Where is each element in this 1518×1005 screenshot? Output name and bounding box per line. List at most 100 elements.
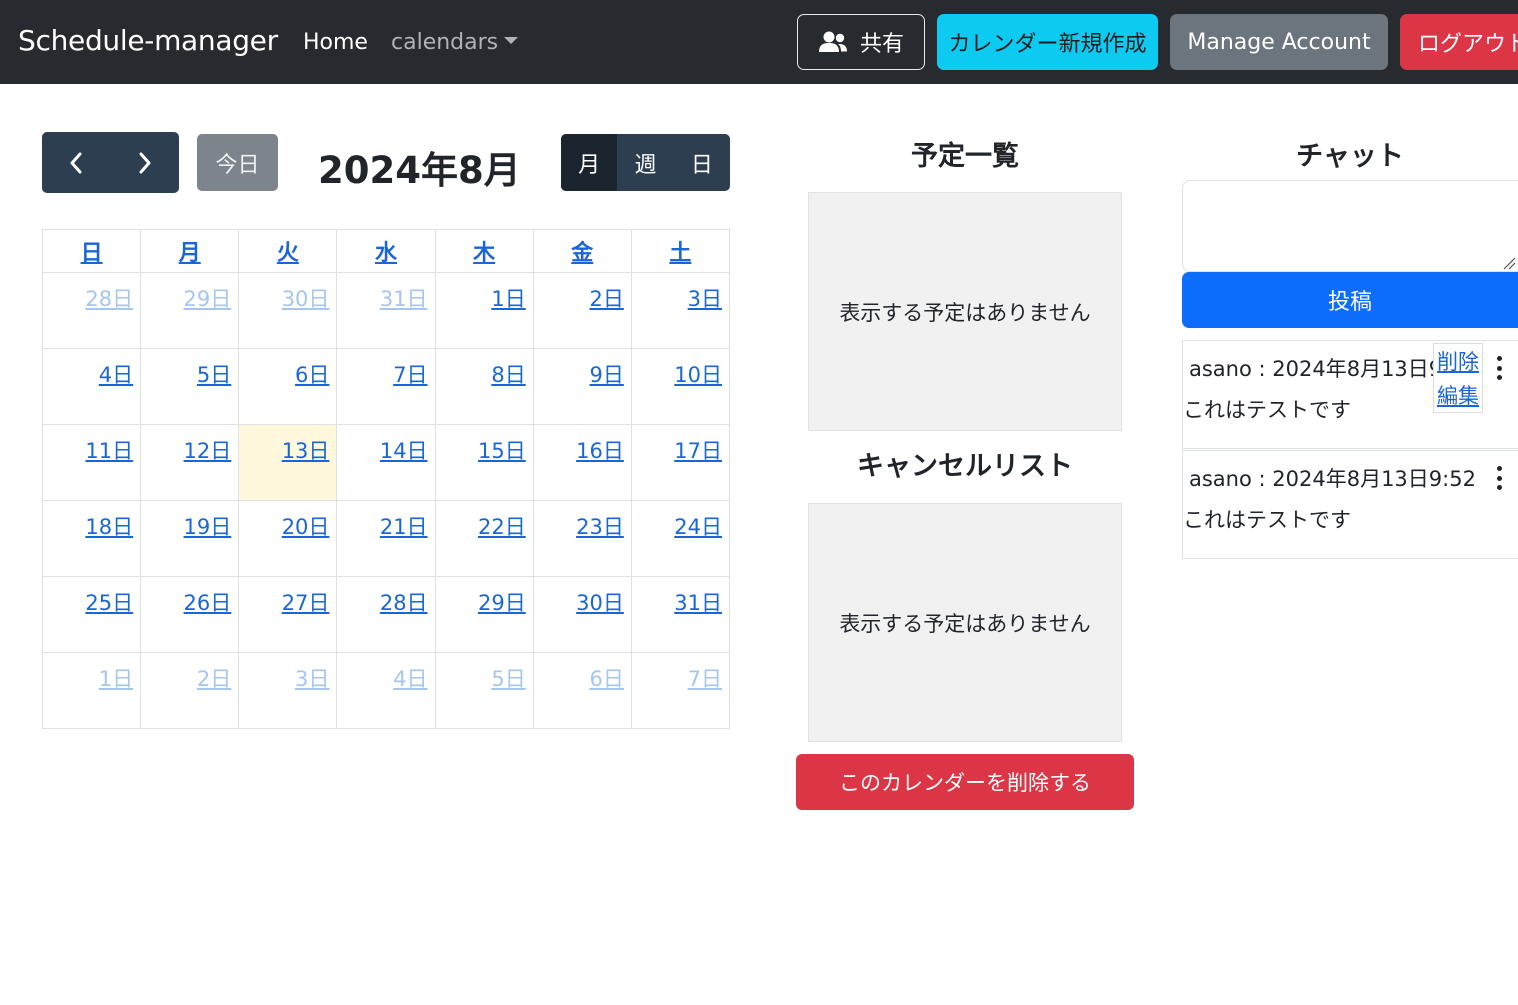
calendar-day-cell[interactable]: 30日 [238,272,338,349]
calendar-day-cell[interactable]: 22日 [434,500,534,577]
calendar-day-cell[interactable]: 18日 [41,500,142,577]
calendar-day-link[interactable]: 11日 [85,439,133,463]
calendar-day-cell[interactable]: 15日 [434,424,534,501]
prev-month-button[interactable] [42,132,111,193]
weekday-link[interactable]: 月 [179,241,201,266]
today-button[interactable]: 今日 [197,134,278,191]
nav-calendars-dropdown[interactable]: calendars [391,30,519,55]
calendar-day-cell[interactable]: 10日 [630,348,731,425]
chat-message-delete-link[interactable]: 削除 [1437,346,1479,376]
calendar-day-cell[interactable]: 1日 [434,272,534,349]
calendar-day-cell[interactable]: 6日 [238,348,338,425]
calendar-day-cell[interactable]: 16日 [532,424,632,501]
calendar-day-cell[interactable]: 31日 [336,272,436,349]
delete-calendar-button[interactable]: このカレンダーを削除する [796,754,1134,810]
resize-grip-icon[interactable] [1502,256,1516,270]
calendar-day-link[interactable]: 8日 [491,363,525,387]
calendar-day-link[interactable]: 1日 [491,287,525,311]
calendar-day-cell[interactable]: 28日 [41,272,142,349]
calendar-day-cell[interactable]: 12日 [140,424,240,501]
calendar-day-link[interactable]: 18日 [85,515,133,539]
chat-message-edit-link[interactable]: 編集 [1437,380,1479,410]
weekday-link[interactable]: 火 [277,241,299,266]
view-week-button[interactable]: 週 [617,134,673,191]
calendar-day-cell[interactable]: 27日 [238,576,338,653]
brand-logo[interactable]: Schedule-manager [18,24,278,57]
calendar-day-link[interactable]: 6日 [589,667,623,691]
chat-post-button[interactable]: 投稿 [1182,272,1518,328]
chat-input[interactable] [1182,180,1518,272]
calendar-day-cell[interactable]: 24日 [630,500,731,577]
calendar-day-link[interactable]: 10日 [674,363,722,387]
calendar-day-cell[interactable]: 25日 [41,576,142,653]
calendar-day-cell[interactable]: 3日 [630,272,731,349]
calendar-day-link[interactable]: 28日 [380,591,428,615]
calendar-day-cell[interactable]: 28日 [336,576,436,653]
calendar-day-link[interactable]: 4日 [393,667,427,691]
calendar-day-link[interactable]: 26日 [184,591,232,615]
kebab-menu-icon[interactable] [1493,356,1505,380]
calendar-day-link[interactable]: 9日 [589,363,623,387]
calendar-day-link[interactable]: 17日 [674,439,722,463]
kebab-menu-icon[interactable] [1493,466,1505,490]
calendar-day-cell[interactable]: 7日 [630,652,731,729]
calendar-day-link[interactable]: 31日 [674,591,722,615]
calendar-day-cell[interactable]: 17日 [630,424,731,501]
calendar-day-link[interactable]: 25日 [85,591,133,615]
calendar-day-link[interactable]: 6日 [295,363,329,387]
view-day-button[interactable]: 日 [674,134,730,191]
calendar-day-cell[interactable]: 29日 [140,272,240,349]
calendar-day-link[interactable]: 13日 [282,439,330,463]
calendar-day-link[interactable]: 7日 [393,363,427,387]
calendar-day-link[interactable]: 31日 [380,287,428,311]
calendar-day-link[interactable]: 22日 [478,515,526,539]
calendar-day-link[interactable]: 21日 [380,515,428,539]
calendar-day-link[interactable]: 16日 [576,439,624,463]
calendar-day-cell[interactable]: 2日 [140,652,240,729]
calendar-day-link[interactable]: 20日 [282,515,330,539]
share-button[interactable]: 共有 [797,14,925,70]
calendar-day-cell-today[interactable]: 13日 [238,424,338,501]
calendar-day-cell[interactable]: 7日 [336,348,436,425]
calendar-day-cell[interactable]: 31日 [630,576,731,653]
calendar-day-cell[interactable]: 30日 [532,576,632,653]
calendar-day-cell[interactable]: 11日 [41,424,142,501]
calendar-day-link[interactable]: 27日 [282,591,330,615]
calendar-day-cell[interactable]: 5日 [140,348,240,425]
calendar-day-cell[interactable]: 9日 [532,348,632,425]
manage-account-button[interactable]: Manage Account [1170,14,1388,70]
weekday-link[interactable]: 水 [375,241,397,266]
weekday-link[interactable]: 金 [571,241,593,266]
calendar-day-link[interactable]: 19日 [184,515,232,539]
calendar-day-cell[interactable]: 8日 [434,348,534,425]
calendar-day-cell[interactable]: 23日 [532,500,632,577]
calendar-day-link[interactable]: 30日 [282,287,330,311]
calendar-day-link[interactable]: 14日 [380,439,428,463]
calendar-day-link[interactable]: 28日 [85,287,133,311]
calendar-day-cell[interactable]: 6日 [532,652,632,729]
calendar-day-cell[interactable]: 26日 [140,576,240,653]
calendar-day-link[interactable]: 2日 [589,287,623,311]
calendar-day-cell[interactable]: 21日 [336,500,436,577]
calendar-day-link[interactable]: 2日 [197,667,231,691]
calendar-day-link[interactable]: 5日 [197,363,231,387]
calendar-day-link[interactable]: 5日 [491,667,525,691]
calendar-day-link[interactable]: 29日 [478,591,526,615]
calendar-day-link[interactable]: 4日 [99,363,133,387]
calendar-day-cell[interactable]: 14日 [336,424,436,501]
calendar-day-link[interactable]: 1日 [99,667,133,691]
weekday-link[interactable]: 木 [473,241,495,266]
calendar-day-link[interactable]: 23日 [576,515,624,539]
calendar-day-link[interactable]: 29日 [184,287,232,311]
calendar-day-cell[interactable]: 5日 [434,652,534,729]
nav-home-link[interactable]: Home [303,30,368,55]
calendar-day-link[interactable]: 7日 [688,667,722,691]
calendar-day-cell[interactable]: 29日 [434,576,534,653]
calendar-day-cell[interactable]: 3日 [238,652,338,729]
logout-button[interactable]: ログアウト [1400,14,1518,70]
calendar-day-link[interactable]: 3日 [688,287,722,311]
calendar-day-cell[interactable]: 2日 [532,272,632,349]
calendar-day-cell[interactable]: 1日 [41,652,142,729]
calendar-day-link[interactable]: 30日 [576,591,624,615]
weekday-link[interactable]: 日 [81,241,103,266]
